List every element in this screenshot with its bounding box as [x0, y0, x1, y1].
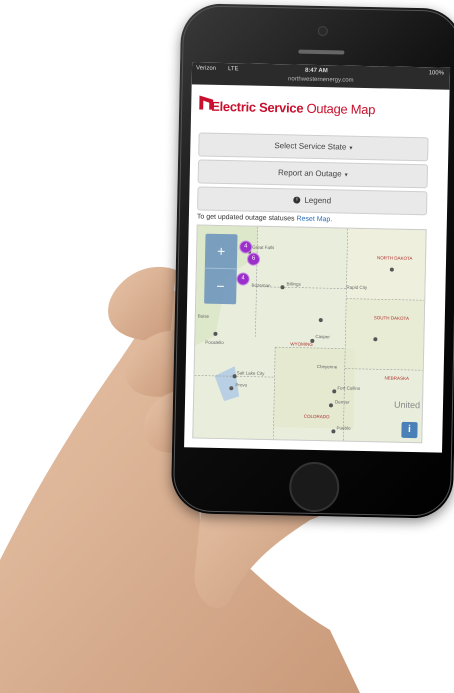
zoom-in-button[interactable]: +	[205, 234, 238, 269]
map-label-provo: Provo	[235, 382, 247, 387]
caret-down-icon: ▾	[344, 172, 348, 179]
zoom-out-button[interactable]: −	[204, 269, 237, 304]
legend-button[interactable]: i Legend	[197, 186, 428, 216]
info-circle-icon: i	[293, 196, 301, 205]
map-label-wyoming: WYOMING	[290, 341, 313, 346]
report-outage-button[interactable]: Report an Outage ▾	[197, 159, 429, 189]
phone-screen: Verizon LTE 8:47 AM 100% northwesternene…	[184, 62, 451, 453]
phone-device: Verizon LTE 8:47 AM 100% northwesternene…	[170, 3, 454, 519]
map-label-boise: Boise	[198, 314, 210, 319]
title-regular: Outage Map	[306, 100, 376, 118]
page-header: Electric Service Outage Map	[191, 84, 450, 123]
map-label-salt-lake-city: Salt Lake City	[237, 370, 266, 376]
reset-note: To get updated outage statuses Reset Map…	[197, 213, 333, 223]
battery-level: 100%	[428, 70, 445, 77]
zoom-control: + −	[204, 233, 238, 305]
map-label-bozeman: Bozeman	[251, 283, 271, 288]
reset-map-link[interactable]: Reset Map.	[296, 216, 332, 224]
map-label-colorado: COLORADO	[304, 414, 330, 420]
map-label-cheyenne: Cheyenne	[317, 364, 338, 369]
map-label-pocatello: Pocatello	[205, 340, 224, 345]
reset-note-text: To get updated outage statuses	[196, 213, 295, 223]
map-info-button[interactable]: i	[401, 421, 418, 439]
map-label-denver: Denver	[335, 399, 350, 404]
map-label-united: United	[394, 400, 420, 411]
map-label-billings: Billings	[286, 281, 301, 286]
title-bold: Electric Service	[211, 98, 304, 116]
map-label-fort-collins: Fort Collins	[337, 385, 361, 390]
address-bar[interactable]: northwesternenergy.com	[192, 74, 450, 85]
map-label-south-dakota: SOUTH DAKOTA	[374, 315, 409, 321]
map-label-pueblo: Pueblo	[336, 425, 351, 430]
outage-map[interactable]: Great Falls Billings NORTH DAKOTA SOUTH …	[192, 224, 427, 444]
select-state-label: Select Service State	[274, 141, 347, 152]
signal-carrier: Verizon	[195, 65, 217, 72]
clock: 8:47 AM	[304, 67, 328, 75]
map-label-nebraska: NEBRASKA	[385, 375, 410, 381]
map-label-north-dakota: NORTH DAKOTA	[377, 255, 412, 261]
page-title: Electric Service Outage Map	[211, 99, 375, 117]
caret-down-icon: ▾	[349, 145, 353, 152]
map-label-casper: Casper	[315, 334, 330, 339]
map-label-great-falls: Great Falls	[252, 245, 275, 250]
network-type: LTE	[227, 66, 239, 73]
map-label-rapid-city: Rapid City	[346, 285, 368, 290]
report-outage-label: Report an Outage	[277, 168, 342, 179]
select-state-button[interactable]: Select Service State ▾	[198, 132, 429, 162]
legend-label: Legend	[304, 195, 332, 206]
